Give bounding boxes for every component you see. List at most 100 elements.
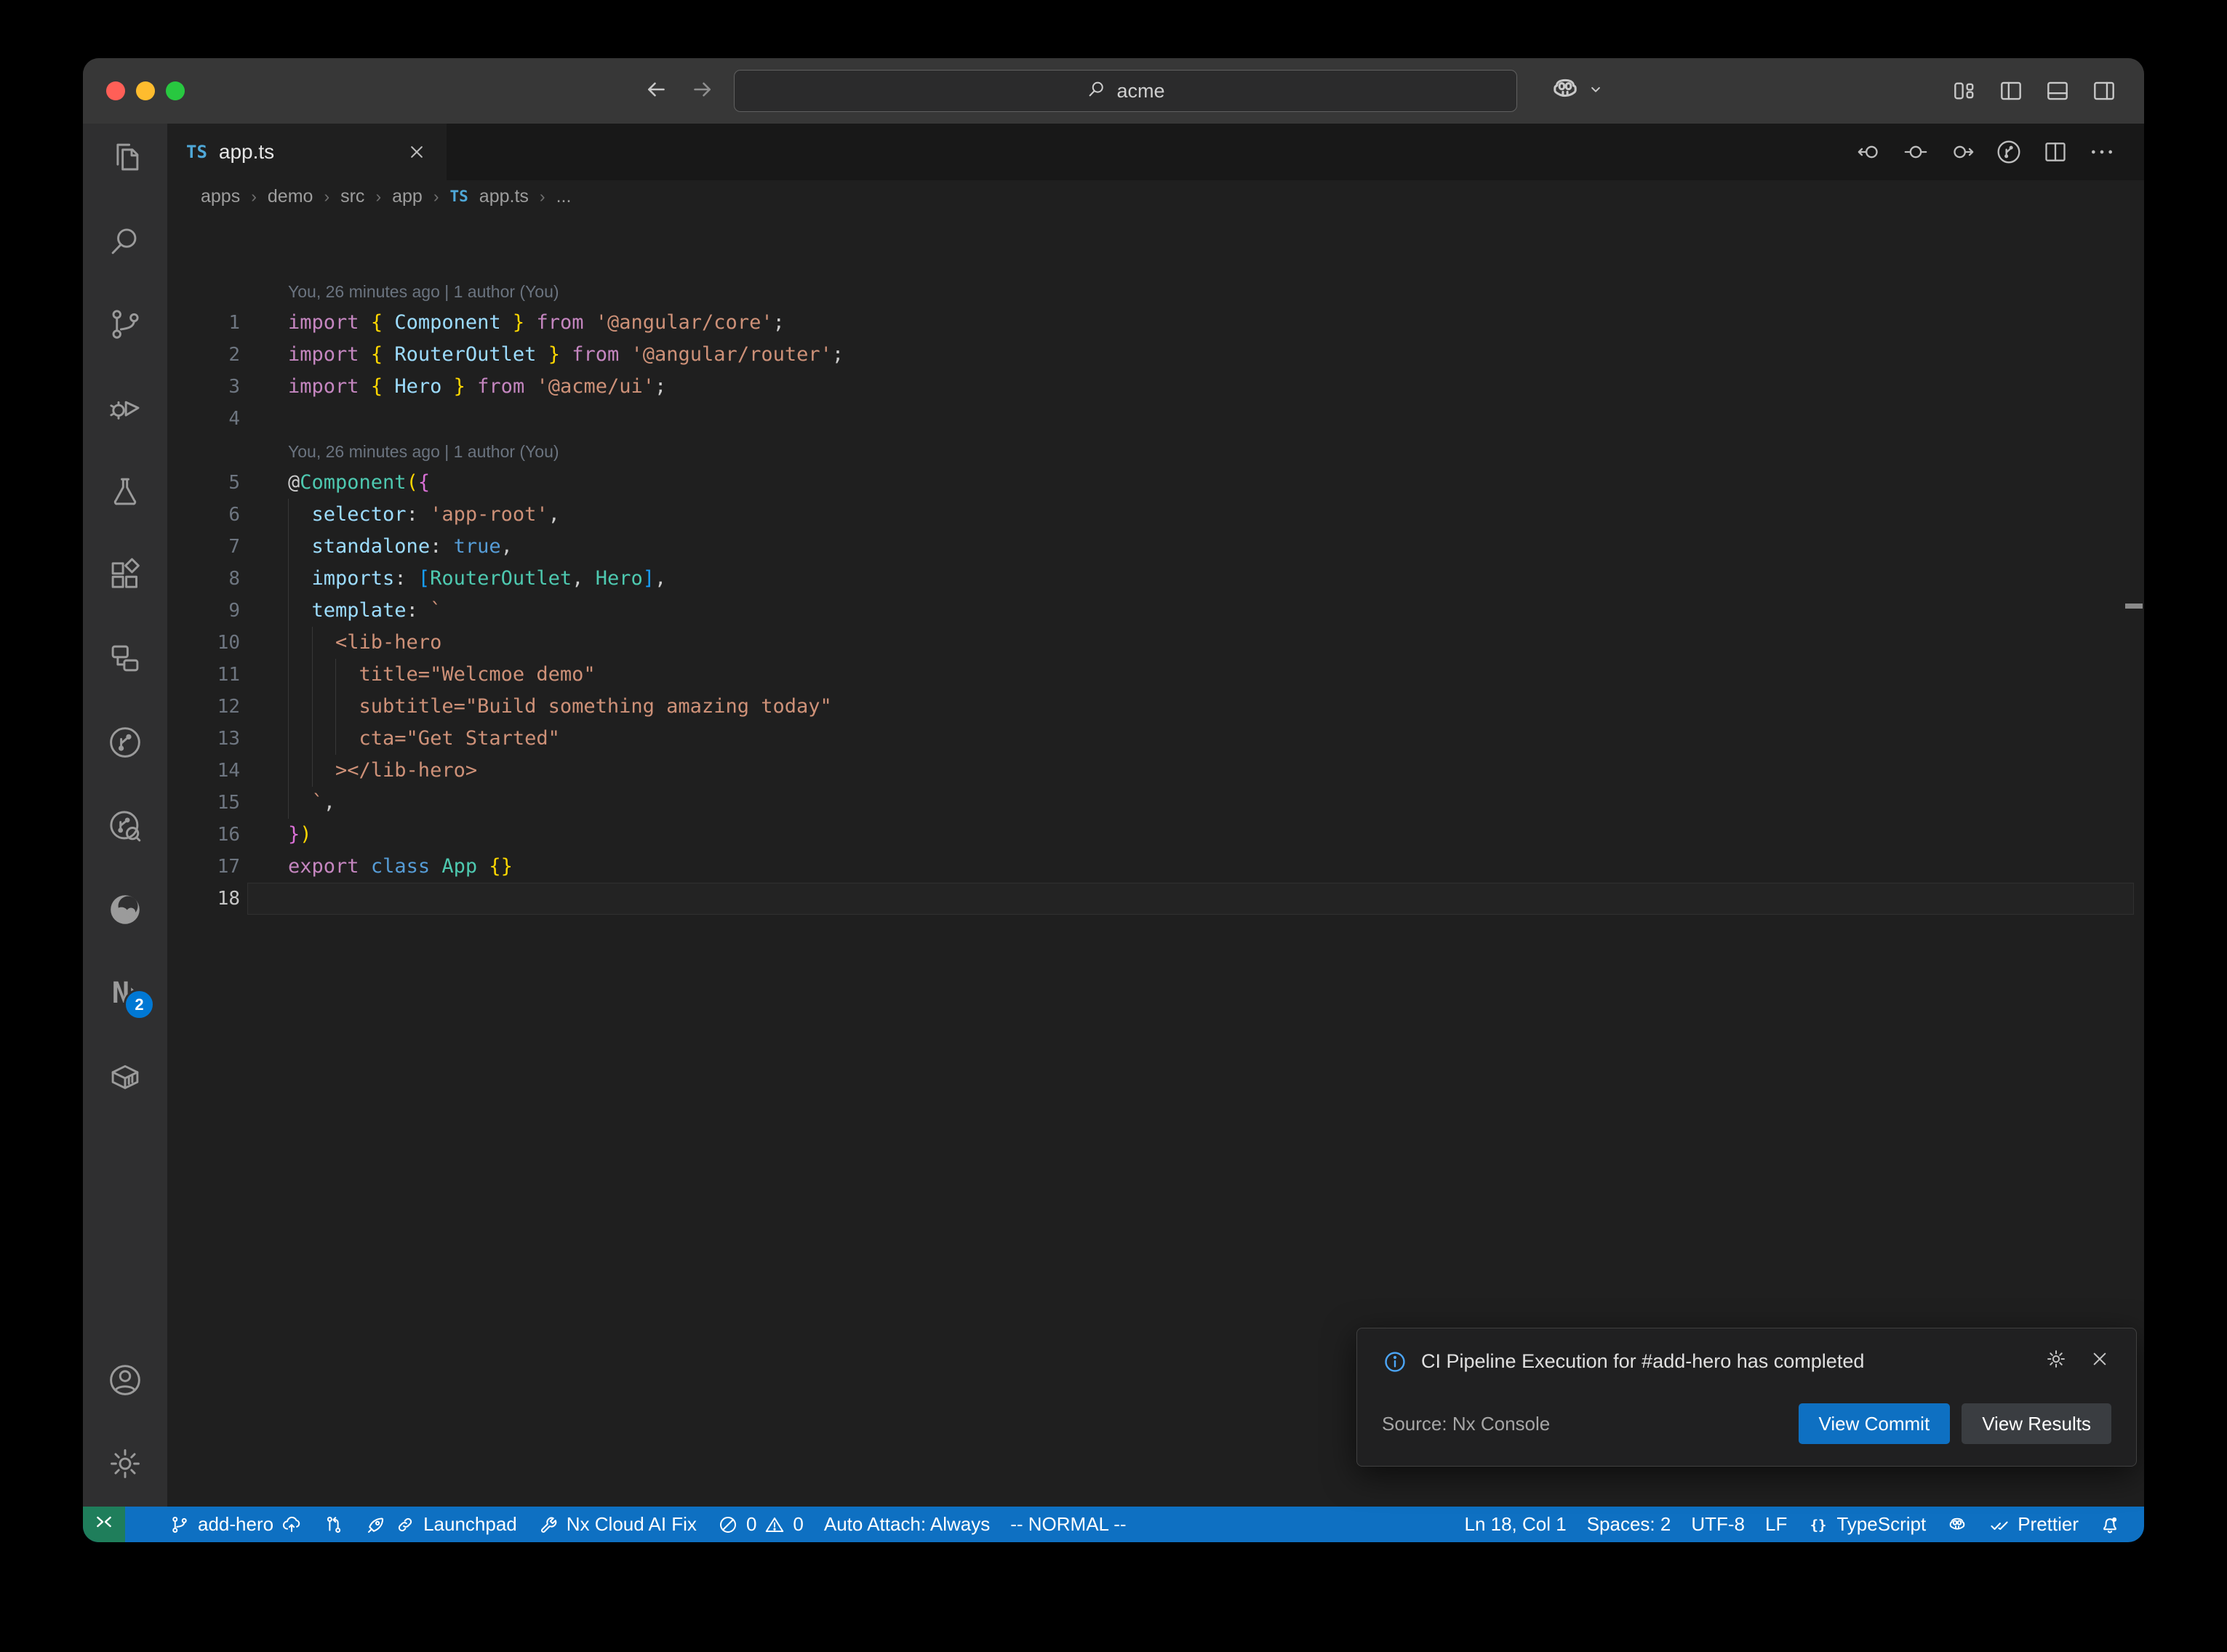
search-text: acme [1116, 80, 1164, 103]
gitlens-changes-icon[interactable] [1901, 137, 1930, 167]
encoding-item[interactable]: UTF-8 [1681, 1507, 1755, 1542]
close-tab-icon[interactable] [406, 141, 428, 163]
breadcrumb-item-apps[interactable]: apps [201, 186, 240, 207]
workbench: N›2 TS app.ts apps›demo›src›app›TSapp.ts… [83, 124, 2144, 1507]
code-line: 6 selector: 'app-root', [167, 499, 2144, 531]
copilot-icon [1548, 73, 1582, 110]
panel-right-icon[interactable] [2090, 77, 2118, 105]
breadcrumb-item-src[interactable]: src [340, 186, 364, 207]
activity-item-edge-devtools[interactable] [105, 890, 145, 929]
prettier-item[interactable]: Prettier [1978, 1507, 2089, 1542]
auto-attach-item[interactable]: Auto Attach: Always [814, 1507, 1000, 1542]
line-number: 1 [167, 307, 240, 339]
problems-item-label: 0 [746, 1513, 756, 1536]
back-button[interactable] [643, 76, 669, 106]
git-branch-item[interactable]: add-hero [159, 1507, 313, 1542]
testing-icon [105, 472, 145, 511]
activity-item-gitlens-inspect[interactable] [105, 806, 145, 846]
activity-item-search[interactable] [105, 221, 145, 260]
eol-item[interactable]: LF [1755, 1507, 1797, 1542]
activity-item-source-control[interactable] [105, 305, 145, 344]
indent-guide [288, 499, 289, 819]
auto-attach-item-label: Auto Attach: Always [824, 1513, 990, 1536]
line-number: 11 [167, 659, 240, 691]
activity-item-explorer[interactable] [105, 137, 145, 177]
code-text: ></lib-hero> [288, 755, 477, 787]
activity-item-testing[interactable] [105, 472, 145, 511]
gitlens-prev-change-icon[interactable] [1855, 137, 1884, 167]
tab-label: app.ts [219, 140, 274, 164]
more-actions-icon[interactable] [2087, 137, 2116, 167]
code-text: import { Component } from '@angular/core… [288, 307, 785, 339]
activity-item-gitlens[interactable] [105, 723, 145, 762]
panel-bottom-icon[interactable] [2044, 77, 2071, 105]
notification-close-icon[interactable] [2088, 1347, 2111, 1376]
activity-item-remote-explorer[interactable] [105, 639, 145, 678]
gitlens-next-change-icon[interactable] [1948, 137, 1977, 167]
source-control-icon [105, 305, 145, 344]
indentation-item[interactable]: Spaces: 2 [1577, 1507, 1682, 1542]
notification-settings-icon[interactable] [2044, 1347, 2068, 1376]
accounts-icon [105, 1360, 145, 1400]
git-compare-item[interactable] [313, 1507, 355, 1542]
notifications-item[interactable] [2089, 1507, 2131, 1542]
breadcrumb-item-app[interactable]: app [392, 186, 423, 207]
problems-item[interactable]: 00 [707, 1507, 814, 1542]
launchpad-item[interactable]: Launchpad [355, 1507, 527, 1542]
line-number: 4 [167, 403, 240, 435]
line-number: 5 [167, 467, 240, 499]
forward-button[interactable] [689, 76, 716, 106]
prettier-item-label: Prettier [2018, 1513, 2079, 1536]
check-double-icon [1988, 1514, 2010, 1536]
minimize-window-button[interactable] [136, 81, 155, 100]
code-line: 11 title="Welcmoe demo" [167, 659, 2144, 691]
eol-item-label: LF [1765, 1513, 1787, 1536]
code-editor[interactable]: You, 26 minutes ago | 1 author (You) 1 imp… [167, 212, 2144, 1507]
tab-app-ts[interactable]: TS app.ts [167, 124, 447, 180]
activity-item-docker[interactable] [105, 1057, 145, 1096]
activity-item-extensions[interactable] [105, 556, 145, 595]
git-graph-icon[interactable] [1994, 137, 2023, 167]
line-number: 17 [167, 851, 240, 883]
split-editor-icon[interactable] [2041, 137, 2070, 167]
nx-cloud-ai-fix-item[interactable]: Nx Cloud AI Fix [527, 1507, 707, 1542]
view-commit-button[interactable]: View Commit [1799, 1403, 1951, 1444]
settings-icon [105, 1444, 145, 1483]
customize-layout-icon[interactable] [1951, 77, 1978, 105]
copilot-menu[interactable] [1548, 58, 1605, 124]
git-blame-annotation[interactable]: You, 26 minutes ago | 1 author (You) [288, 435, 559, 468]
view-results-button[interactable]: View Results [1962, 1403, 2111, 1444]
typescript-file-icon: TS [450, 188, 468, 205]
command-center-search[interactable]: acme [734, 70, 1517, 112]
vim-mode-item[interactable]: -- NORMAL -- [1000, 1507, 1136, 1542]
breadcrumb-item-file[interactable]: app.ts [479, 186, 529, 207]
breadcrumb-item-demo[interactable]: demo [268, 186, 313, 207]
activity-item-nx-console[interactable]: N›2 [105, 974, 145, 1013]
zoom-window-button[interactable] [166, 81, 185, 100]
activity-item-accounts[interactable] [105, 1360, 145, 1400]
cursor-position-item[interactable]: Ln 18, Col 1 [1454, 1507, 1576, 1542]
remote-explorer-icon [105, 639, 145, 678]
language-item[interactable]: {}TypeScript [1797, 1507, 1936, 1542]
panel-left-icon[interactable] [1997, 77, 2025, 105]
git-blame-annotation[interactable]: You, 26 minutes ago | 1 author (You) [288, 275, 559, 308]
code-line: 7 standalone: true, [167, 531, 2144, 563]
vscode-window: acme N›2 TS app.ts apps›demo›src›app›TSa… [83, 58, 2144, 1542]
code-text: standalone: true, [288, 531, 513, 563]
line-number: 16 [167, 819, 240, 851]
close-window-button[interactable] [106, 81, 125, 100]
activity-item-run-debug[interactable] [105, 388, 145, 428]
copilot-status-item[interactable] [1936, 1507, 1978, 1542]
line-number: 2 [167, 339, 240, 371]
blame-line: You, 26 minutes ago | 1 author (You) [167, 275, 2144, 307]
activity-item-settings[interactable] [105, 1444, 145, 1483]
code-text: import { RouterOutlet } from '@angular/r… [288, 339, 844, 371]
indent-guide [312, 627, 313, 787]
line-number: 15 [167, 787, 240, 819]
breadcrumb-overflow[interactable]: ... [556, 186, 572, 207]
editor-group: TS app.ts apps›demo›src›app›TSapp.ts›...… [167, 124, 2144, 1507]
notification-title: CI Pipeline Execution for #add-hero has … [1421, 1350, 1864, 1373]
remote-indicator[interactable] [83, 1507, 125, 1542]
activity-bar: N›2 [83, 124, 167, 1507]
line-number: 6 [167, 499, 240, 531]
